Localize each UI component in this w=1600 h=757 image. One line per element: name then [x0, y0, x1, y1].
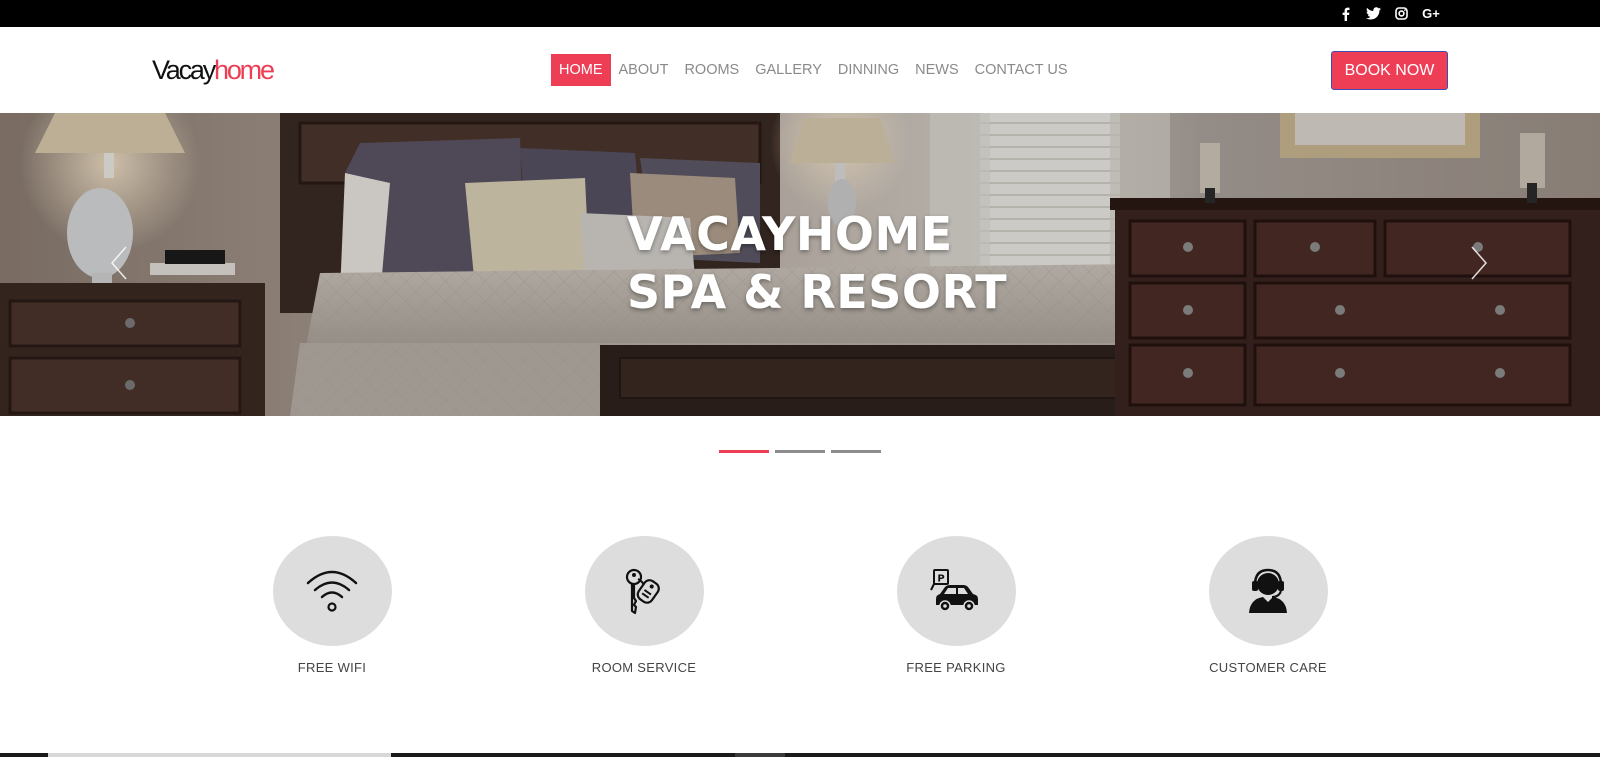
nav-contact-us[interactable]: CONTACT US: [967, 54, 1076, 86]
bottom-strip-segment: [735, 753, 785, 757]
feature-label: ROOM SERVICE: [591, 660, 697, 675]
carousel-indicator-1[interactable]: [719, 450, 769, 453]
chevron-left-icon: [111, 246, 127, 280]
keys-icon: [625, 568, 660, 615]
feature-free-parking: P FREE PARKING: [856, 536, 1056, 675]
feature-label: FREE WIFI: [297, 660, 367, 675]
parking-car-icon: P: [930, 569, 978, 612]
feature-free-wifi: FREE WIFI: [232, 536, 432, 675]
twitter-icon[interactable]: [1362, 0, 1384, 27]
feature-circle: P: [896, 536, 1016, 646]
hero-carousel: VACAYHOME SPA & RESORT: [0, 113, 1600, 416]
google-plus-icon[interactable]: G+: [1419, 0, 1443, 27]
bottom-section-edge: [0, 753, 1600, 757]
carousel-next-arrow[interactable]: [1464, 243, 1494, 283]
nav-dinning[interactable]: DINNING: [830, 54, 907, 86]
hero-title: VACAYHOME SPA & RESORT: [627, 205, 1007, 321]
google-plus-text: G+: [1422, 6, 1440, 21]
svg-text:P: P: [937, 574, 944, 585]
hero-title-line1: VACAYHOME: [627, 207, 953, 261]
bottom-strip-segment: [48, 753, 391, 757]
carousel-prev-arrow[interactable]: [104, 243, 134, 283]
carousel-indicators: [719, 450, 881, 453]
nav-home[interactable]: HOME: [551, 54, 611, 86]
nav-about[interactable]: ABOUT: [611, 54, 677, 86]
book-now-button[interactable]: BOOK NOW: [1331, 51, 1448, 90]
nav-news[interactable]: NEWS: [907, 54, 967, 86]
feature-circle: [272, 536, 392, 646]
carousel-indicator-2[interactable]: [775, 450, 825, 453]
feature-label: CUSTOMER CARE: [1209, 660, 1327, 675]
instagram-icon[interactable]: [1391, 0, 1411, 27]
feature-label: FREE PARKING: [906, 660, 1006, 675]
feature-room-service: ROOM SERVICE: [544, 536, 744, 675]
feature-circle: [1208, 536, 1328, 646]
main-nav: HOME ABOUT ROOMS GALLERY DINNING NEWS CO…: [551, 54, 1076, 86]
hero-title-line2: SPA & RESORT: [627, 265, 1008, 319]
nav-rooms[interactable]: ROOMS: [676, 54, 747, 86]
facebook-icon[interactable]: [1335, 0, 1355, 27]
logo-text-vacay: Vacay: [152, 55, 216, 85]
headset-agent-icon: [1249, 568, 1287, 613]
feature-customer-care: CUSTOMER CARE: [1168, 536, 1368, 675]
carousel-indicator-3[interactable]: [831, 450, 881, 453]
site-header: Vacayhome HOME ABOUT ROOMS GALLERY DINNI…: [0, 27, 1600, 113]
logo-text-home: home: [214, 55, 275, 85]
top-social-bar: G+: [0, 0, 1600, 27]
wifi-icon: [306, 570, 358, 612]
chevron-right-icon: [1471, 246, 1487, 280]
logo[interactable]: Vacayhome: [152, 53, 275, 87]
nav-gallery[interactable]: GALLERY: [747, 54, 830, 86]
feature-circle: [584, 536, 704, 646]
